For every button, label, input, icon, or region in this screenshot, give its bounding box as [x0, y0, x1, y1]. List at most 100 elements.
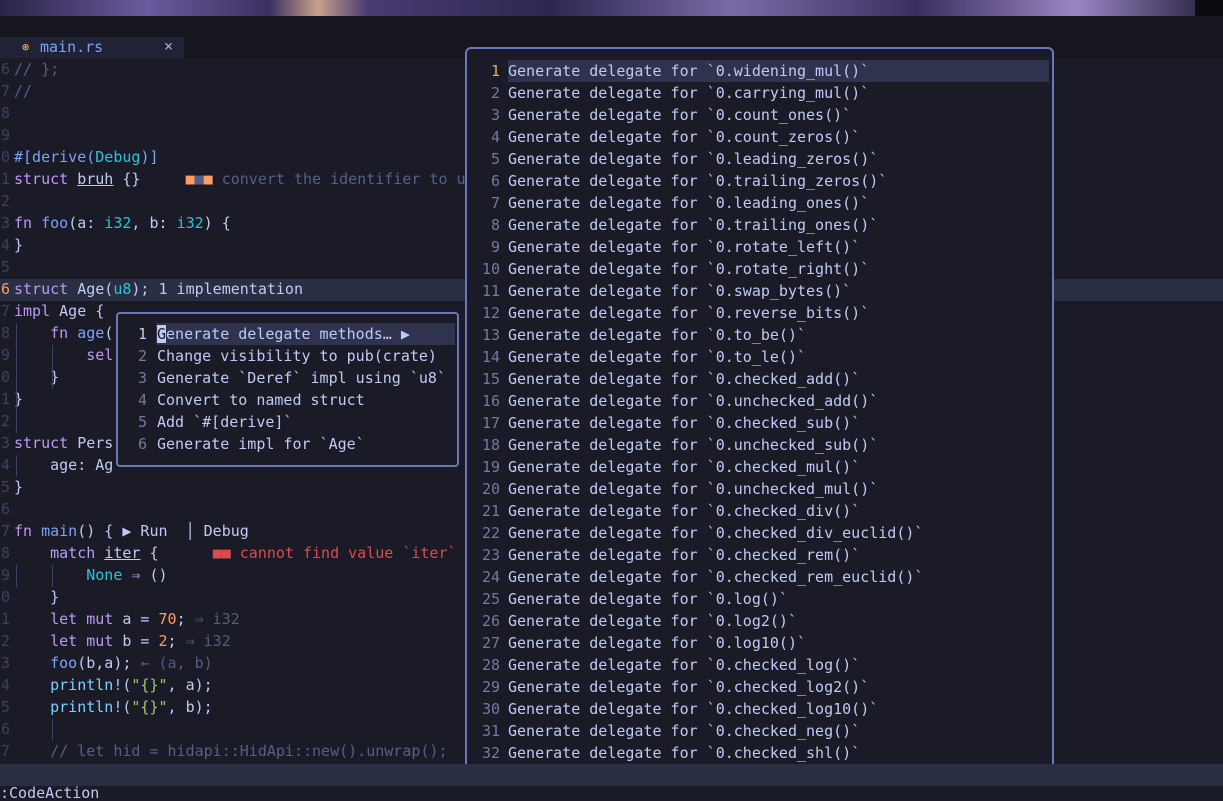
code-action-item[interactable]: 1 Generate delegate methods… ▶: [138, 323, 455, 345]
delegate-item[interactable]: 1 Generate delegate for `0.widening_mul()…: [467, 60, 1052, 82]
delegate-item[interactable]: 21 Generate delegate for `0.checked_div()…: [467, 500, 1052, 522]
item-number: 13: [481, 326, 500, 344]
delegate-item[interactable]: 9 Generate delegate for `0.rotate_left()`: [467, 236, 1052, 258]
code-text[interactable]: #[derive(Debug)]: [14, 146, 159, 168]
item-number: 3: [490, 106, 500, 124]
text-cursor: G: [157, 325, 167, 343]
delegate-item[interactable]: 3 Generate delegate for `0.count_ones()`: [467, 104, 1052, 126]
code-action-item[interactable]: 2 Change visibility to pub(crate): [118, 345, 457, 367]
item-label: Convert to named struct: [157, 391, 365, 409]
close-icon[interactable]: ×: [164, 37, 173, 55]
delegate-item[interactable]: 8 Generate delegate for `0.trailing_ones(…: [467, 214, 1052, 236]
delegate-item[interactable]: 19 Generate delegate for `0.checked_mul()…: [467, 456, 1052, 478]
code-text[interactable]: struct bruh {} ■■■ convert the identifie…: [14, 168, 466, 190]
code-text[interactable]: // let hid = hidapi::HidApi::new().unwra…: [14, 740, 447, 762]
delegate-item[interactable]: 11 Generate delegate for `0.swap_bytes()`: [467, 280, 1052, 302]
code-text[interactable]: sel: [14, 344, 113, 366]
code-text[interactable]: // };: [14, 58, 59, 80]
item-number: 6: [138, 435, 148, 453]
code-text[interactable]: fn main() { ▶ Run │ Debug: [14, 520, 249, 542]
line-number: 7: [0, 302, 10, 320]
line-number: 1: [0, 610, 10, 628]
code-text[interactable]: println!("{}", a);: [14, 674, 213, 696]
delegate-item[interactable]: 31 Generate delegate for `0.checked_neg()…: [467, 720, 1052, 742]
delegate-item[interactable]: 13 Generate delegate for `0.to_be()`: [467, 324, 1052, 346]
delegate-item[interactable]: 16 Generate delegate for `0.unchecked_add…: [467, 390, 1052, 412]
delegate-item[interactable]: 15 Generate delegate for `0.checked_add()…: [467, 368, 1052, 390]
code-text[interactable]: match iter { ■■ cannot find value `iter`…: [14, 542, 474, 564]
delegate-item[interactable]: 28 Generate delegate for `0.checked_log()…: [467, 654, 1052, 676]
code-text[interactable]: age: Ag: [14, 454, 113, 476]
delegate-item[interactable]: 23 Generate delegate for `0.checked_rem()…: [467, 544, 1052, 566]
delegate-item[interactable]: 12 Generate delegate for `0.reverse_bits(…: [467, 302, 1052, 324]
line-number: 8: [0, 104, 10, 122]
item-label: Generate delegate for `0.checked_div()`: [508, 502, 861, 520]
code-text[interactable]: let mut b = 2; ⇒ i32: [14, 630, 231, 652]
delegate-item[interactable]: 25 Generate delegate for `0.log()`: [467, 588, 1052, 610]
code-text[interactable]: }: [14, 476, 23, 498]
delegate-item[interactable]: 18 Generate delegate for `0.unchecked_sub…: [467, 434, 1052, 456]
code-text[interactable]: impl Age {: [14, 300, 104, 322]
code-action-item[interactable]: 4 Convert to named struct: [118, 389, 457, 411]
item-label: Generate delegate for `0.checked_log10()…: [508, 700, 879, 718]
item-label: Generate delegate for `0.checked_mul()`: [508, 458, 861, 476]
item-label: Generate delegate for `0.unchecked_sub()…: [508, 436, 879, 454]
code-action-menu: 1 Generate delegate methods… ▶ 2 Change vis…: [116, 312, 459, 467]
code-text[interactable]: let mut a = 70; ⇒ i32: [14, 608, 240, 630]
code-text[interactable]: }: [14, 586, 59, 608]
item-label: Generate delegate for `0.checked_rem()`: [508, 546, 861, 564]
indent-guide: [52, 565, 53, 587]
item-number: 22: [481, 524, 500, 542]
tab-main-rs[interactable]: ⊛ main.rs ×: [0, 37, 184, 58]
item-label: Generate delegate for `0.reverse_bits()`: [508, 304, 870, 322]
code-text[interactable]: struct Age(u8); 1 implementation: [14, 278, 303, 300]
code-action-item[interactable]: 5 Add `#[derive]`: [118, 411, 457, 433]
delegate-item[interactable]: 4 Generate delegate for `0.count_zeros()`: [467, 126, 1052, 148]
line-number: 0: [0, 588, 10, 606]
delegate-item[interactable]: 30 Generate delegate for `0.checked_log10…: [467, 698, 1052, 720]
delegate-item[interactable]: 10 Generate delegate for `0.rotate_right(…: [467, 258, 1052, 280]
item-label: Generate delegate for `0.leading_ones()`: [508, 194, 870, 212]
delegate-item[interactable]: 22 Generate delegate for `0.checked_div_e…: [467, 522, 1052, 544]
item-label: Generate delegate for `0.unchecked_mul()…: [508, 480, 879, 498]
delegate-item[interactable]: 32 Generate delegate for `0.checked_shl()…: [467, 742, 1052, 764]
item-number: 5: [138, 413, 148, 431]
command-line[interactable]: :CodeAction: [0, 786, 1223, 801]
code-action-item[interactable]: 6 Generate impl for `Age`: [118, 433, 457, 455]
code-text[interactable]: println!("{}", b);: [14, 696, 213, 718]
item-number: 18: [481, 436, 500, 454]
item-number: 1: [490, 62, 500, 80]
code-text[interactable]: struct Pers: [14, 432, 113, 454]
indent-guide: [52, 719, 53, 741]
item-number: 23: [481, 546, 500, 564]
wallpaper-edge: [1195, 0, 1223, 16]
delegate-item[interactable]: 14 Generate delegate for `0.to_le()`: [467, 346, 1052, 368]
code-text[interactable]: None ⇒ (): [14, 564, 167, 586]
code-action-item[interactable]: 3 Generate `Deref` impl using `u8`: [118, 367, 457, 389]
code-text[interactable]: fn foo(a: i32, b: i32) {: [14, 212, 231, 234]
code-text[interactable]: fn age(: [14, 322, 113, 344]
item-number: 2: [490, 84, 500, 102]
code-text[interactable]: //: [14, 80, 32, 102]
tab-label: main.rs: [40, 38, 104, 56]
delegate-item[interactable]: 2 Generate delegate for `0.carrying_mul()…: [467, 82, 1052, 104]
delegate-item[interactable]: 26 Generate delegate for `0.log2()`: [467, 610, 1052, 632]
line-number: 5: [0, 698, 10, 716]
item-number: 19: [481, 458, 500, 476]
line-number: 2: [0, 412, 10, 430]
item-label: Generate delegate for `0.leading_zeros()…: [508, 150, 879, 168]
code-text[interactable]: }: [14, 234, 23, 256]
line-number: 1: [0, 170, 10, 188]
line-number: 9: [0, 346, 10, 364]
delegate-item[interactable]: 24 Generate delegate for `0.checked_rem_e…: [467, 566, 1052, 588]
delegate-item[interactable]: 6 Generate delegate for `0.trailing_zeros…: [467, 170, 1052, 192]
delegate-item[interactable]: 27 Generate delegate for `0.log10()`: [467, 632, 1052, 654]
delegate-item[interactable]: 17 Generate delegate for `0.checked_sub()…: [467, 412, 1052, 434]
delegate-item[interactable]: 5 Generate delegate for `0.leading_zeros(…: [467, 148, 1052, 170]
delegate-item[interactable]: 7 Generate delegate for `0.leading_ones()…: [467, 192, 1052, 214]
delegate-item[interactable]: 29 Generate delegate for `0.checked_log2(…: [467, 676, 1052, 698]
delegate-item[interactable]: 20 Generate delegate for `0.unchecked_mul…: [467, 478, 1052, 500]
line-number: 7: [0, 82, 10, 100]
item-number: 8: [490, 216, 500, 234]
code-text[interactable]: foo(b,a); ← (a, b): [14, 652, 213, 674]
